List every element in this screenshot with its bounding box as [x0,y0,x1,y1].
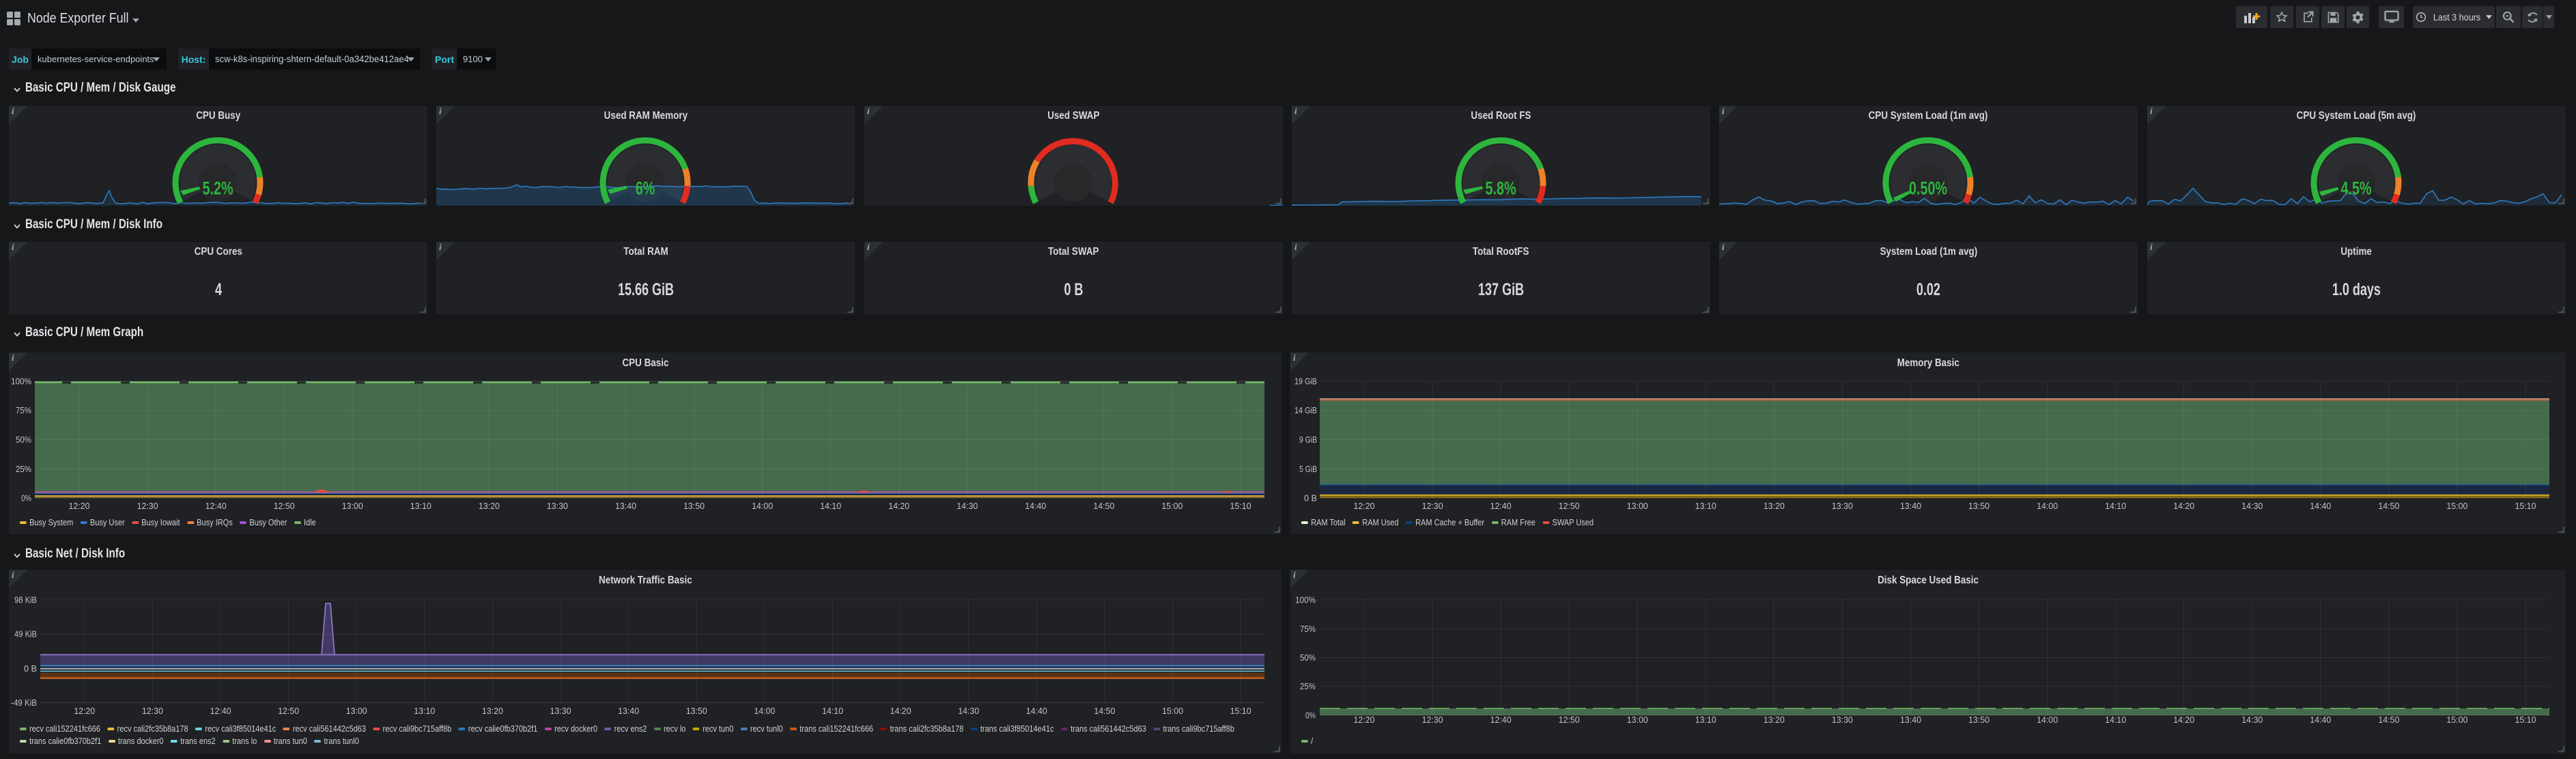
svg-text:13:00: 13:00 [1627,715,1648,725]
svg-text:12:30: 12:30 [137,501,158,511]
svg-text:14:00: 14:00 [2037,501,2058,511]
svg-text:15:00: 15:00 [2446,715,2467,725]
svg-text:13:30: 13:30 [550,706,571,716]
svg-text:50%: 50% [16,434,31,445]
svg-text:13:30: 13:30 [1832,501,1853,511]
svg-text:13:10: 13:10 [410,501,431,511]
svg-text:13:10: 13:10 [414,706,435,716]
svg-text:25%: 25% [16,464,31,474]
svg-text:12:30: 12:30 [142,706,163,716]
svg-text:13:40: 13:40 [615,501,636,511]
svg-text:14:30: 14:30 [2241,715,2263,725]
svg-text:4.5%: 4.5% [2341,178,2372,199]
svg-text:14:20: 14:20 [2173,501,2194,511]
svg-text:14:40: 14:40 [1025,501,1046,511]
svg-text:0.50%: 0.50% [1909,178,1947,199]
svg-text:14:20: 14:20 [890,706,911,716]
svg-text:5.8%: 5.8% [1486,178,1516,199]
svg-text:100%: 100% [11,376,31,387]
svg-text:14:00: 14:00 [754,706,775,716]
svg-text:14:40: 14:40 [1026,706,1047,716]
svg-text:13:50: 13:50 [1968,715,1990,725]
svg-text:12:50: 12:50 [278,706,299,716]
svg-text:13:40: 13:40 [1900,501,1921,511]
svg-text:0 B: 0 B [24,663,37,674]
svg-text:14:50: 14:50 [2378,715,2399,725]
svg-text:13:10: 13:10 [1695,715,1716,725]
svg-text:98 KiB: 98 KiB [14,595,37,605]
svg-text:14:30: 14:30 [2241,501,2263,511]
svg-text:0%: 0% [1305,710,1316,721]
svg-text:15:00: 15:00 [2446,501,2467,511]
svg-text:13:40: 13:40 [618,706,639,716]
svg-text:14:10: 14:10 [822,706,843,716]
svg-text:6%: 6% [636,178,655,199]
svg-text:13:00: 13:00 [342,501,363,511]
svg-text:75%: 75% [1300,624,1316,634]
svg-text:15:10: 15:10 [1230,501,1251,511]
svg-text:-49 KiB: -49 KiB [11,698,37,708]
svg-text:13:00: 13:00 [346,706,367,716]
svg-text:14:20: 14:20 [2173,715,2194,725]
svg-text:12:50: 12:50 [1559,501,1580,511]
svg-text:0 B: 0 B [1304,493,1317,503]
svg-text:13:20: 13:20 [479,501,500,511]
svg-text:100%: 100% [1295,595,1316,605]
svg-text:13:20: 13:20 [1764,501,1785,511]
svg-text:13:30: 13:30 [547,501,568,511]
svg-text:14 GiB: 14 GiB [1294,405,1317,415]
svg-text:19 GiB: 19 GiB [1294,376,1317,387]
svg-text:15:10: 15:10 [1230,706,1251,716]
svg-text:0%: 0% [21,493,31,503]
svg-text:14:30: 14:30 [958,706,979,716]
svg-text:9 GiB: 9 GiB [1299,434,1317,445]
svg-text:13:50: 13:50 [1968,501,1990,511]
svg-text:13:30: 13:30 [1832,715,1853,725]
svg-text:14:50: 14:50 [1093,501,1114,511]
svg-text:13:40: 13:40 [1900,715,1921,725]
svg-text:15:00: 15:00 [1161,501,1183,511]
svg-text:13:00: 13:00 [1627,501,1648,511]
svg-text:12:40: 12:40 [210,706,231,716]
svg-text:14:10: 14:10 [2105,715,2126,725]
svg-text:5.2%: 5.2% [203,178,233,199]
svg-text:12:40: 12:40 [206,501,227,511]
svg-text:15:10: 15:10 [2515,501,2536,511]
svg-text:15:00: 15:00 [1162,706,1183,716]
svg-text:14:50: 14:50 [2378,501,2399,511]
svg-text:12:50: 12:50 [274,501,295,511]
svg-text:49 KiB: 49 KiB [14,629,37,639]
svg-text:14:00: 14:00 [752,501,773,511]
svg-text:14:10: 14:10 [2105,501,2126,511]
svg-text:14:40: 14:40 [2310,501,2331,511]
svg-text:13:50: 13:50 [686,706,707,716]
svg-text:14:40: 14:40 [2310,715,2331,725]
svg-text:5 GiB: 5 GiB [1299,464,1317,474]
svg-text:12:20: 12:20 [1354,715,1375,725]
svg-text:13:20: 13:20 [1764,715,1785,725]
svg-text:14:50: 14:50 [1094,706,1115,716]
svg-text:12:30: 12:30 [1422,715,1443,725]
svg-text:12:20: 12:20 [74,706,95,716]
svg-text:12:20: 12:20 [1354,501,1375,511]
svg-text:12:40: 12:40 [1490,501,1512,511]
svg-text:13:50: 13:50 [683,501,705,511]
svg-text:12:30: 12:30 [1422,501,1443,511]
svg-text:15:10: 15:10 [2515,715,2536,725]
svg-text:12:20: 12:20 [69,501,90,511]
svg-text:14:00: 14:00 [2037,715,2058,725]
svg-text:50%: 50% [1300,652,1316,663]
svg-text:14:20: 14:20 [888,501,909,511]
svg-text:12:40: 12:40 [1490,715,1512,725]
svg-text:12:50: 12:50 [1559,715,1580,725]
svg-text:14:10: 14:10 [820,501,841,511]
svg-text:14:30: 14:30 [957,501,978,511]
svg-text:13:20: 13:20 [482,706,503,716]
svg-text:25%: 25% [1300,681,1316,691]
svg-text:75%: 75% [16,405,31,415]
svg-text:13:10: 13:10 [1695,501,1716,511]
